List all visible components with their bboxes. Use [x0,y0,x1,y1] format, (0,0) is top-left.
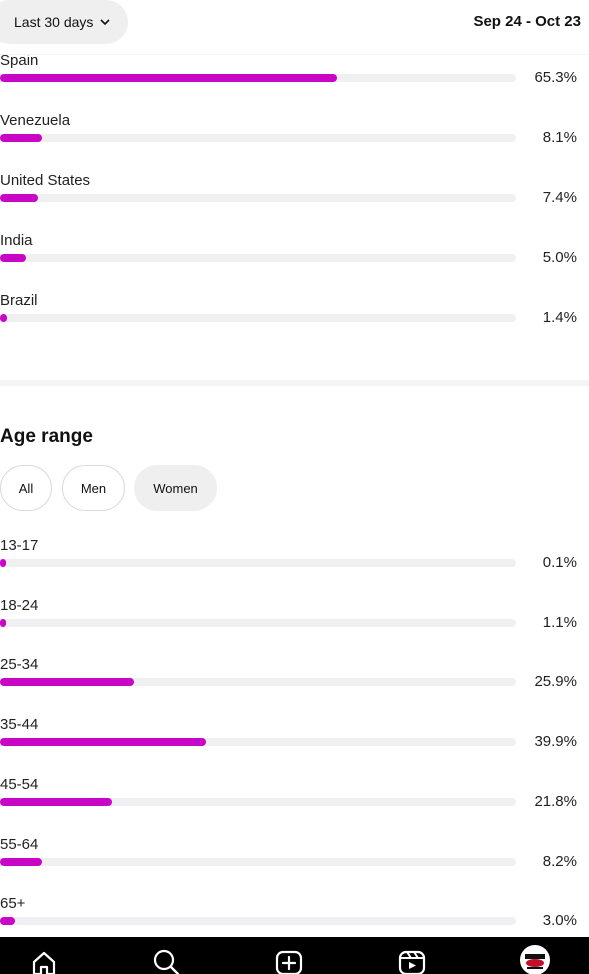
age-label: 55-64 [0,836,39,853]
age-row: 13-17 0.1% [0,537,589,597]
age-row: 18-24 1.1% [0,597,589,657]
country-bar-track [0,314,516,322]
country-bar-fill [0,314,8,322]
country-value: 5.0% [542,249,577,266]
age-label: 65+ [0,895,26,912]
country-label: Venezuela [0,112,71,129]
country-value: 8.1% [542,129,577,146]
country-row: Brazil 1.4% [0,292,589,352]
age-bar-fill [0,738,206,746]
age-bar-track [0,738,516,746]
age-row: 25-34 25.9% [0,656,589,716]
country-label: Brazil [0,292,38,309]
country-bar-fill [0,134,42,142]
age-bar-fill [0,858,43,866]
bottom-nav-bar [0,937,589,974]
age-bar-track [0,619,516,627]
profile-logo-icon [522,947,548,973]
date-range-text: Sep 24 - Oct 23 [473,13,581,30]
country-bar-fill [0,74,337,82]
age-bar-track [0,858,516,866]
section-divider [0,380,589,386]
country-bar-fill [0,254,26,262]
filter-all-chip[interactable]: All [0,465,52,511]
age-label: 25-34 [0,656,39,673]
country-row: India 5.0% [0,232,589,292]
country-label: India [0,232,33,249]
age-range-title: Age range [0,426,93,447]
top-bar: Last 30 days Sep 24 - Oct 23 [0,0,589,55]
age-label: 13-17 [0,537,39,554]
age-value: 8.2% [542,853,577,870]
age-value: 1.1% [542,614,577,631]
reels-icon[interactable] [398,948,426,974]
search-icon[interactable] [152,948,180,974]
country-row: Spain 65.3% [0,52,589,112]
age-bar-track [0,917,516,925]
country-row: Venezuela 8.1% [0,112,589,172]
age-value: 25.9% [534,673,577,690]
country-value: 1.4% [542,309,577,326]
filter-women-chip[interactable]: Women [134,465,217,511]
country-value: 65.3% [534,69,577,86]
age-row: 35-44 39.9% [0,716,589,776]
country-bar-fill [0,194,39,202]
age-bar-track [0,798,516,806]
date-range-dropdown[interactable]: Last 30 days [0,0,128,44]
chevron-down-icon [100,19,110,26]
filter-men-chip[interactable]: Men [62,465,125,511]
country-bar-track [0,254,516,262]
country-row: United States 7.4% [0,172,589,232]
age-label: 18-24 [0,597,39,614]
age-bar-fill [0,619,6,627]
country-bar-track [0,194,516,202]
age-bar-track [0,678,516,686]
age-row: 45-54 21.8% [0,776,589,836]
profile-avatar[interactable] [520,945,550,974]
age-bar-fill [0,678,134,686]
country-bar-track [0,74,516,82]
country-label: United States [0,172,91,189]
age-bar-fill [0,798,113,806]
age-bar-fill [0,917,16,925]
age-bar-fill [0,559,6,567]
age-value: 0.1% [542,554,577,571]
age-label: 35-44 [0,716,39,733]
age-bar-track [0,559,516,567]
age-value: 3.0% [542,912,577,929]
age-value: 21.8% [534,793,577,810]
date-range-dropdown-label: Last 30 days [14,14,94,30]
country-bar-track [0,134,516,142]
home-icon[interactable] [30,948,58,974]
age-value: 39.9% [534,733,577,750]
age-label: 45-54 [0,776,39,793]
country-value: 7.4% [542,189,577,206]
create-icon[interactable] [275,948,303,974]
age-row: 55-64 8.2% [0,836,589,896]
